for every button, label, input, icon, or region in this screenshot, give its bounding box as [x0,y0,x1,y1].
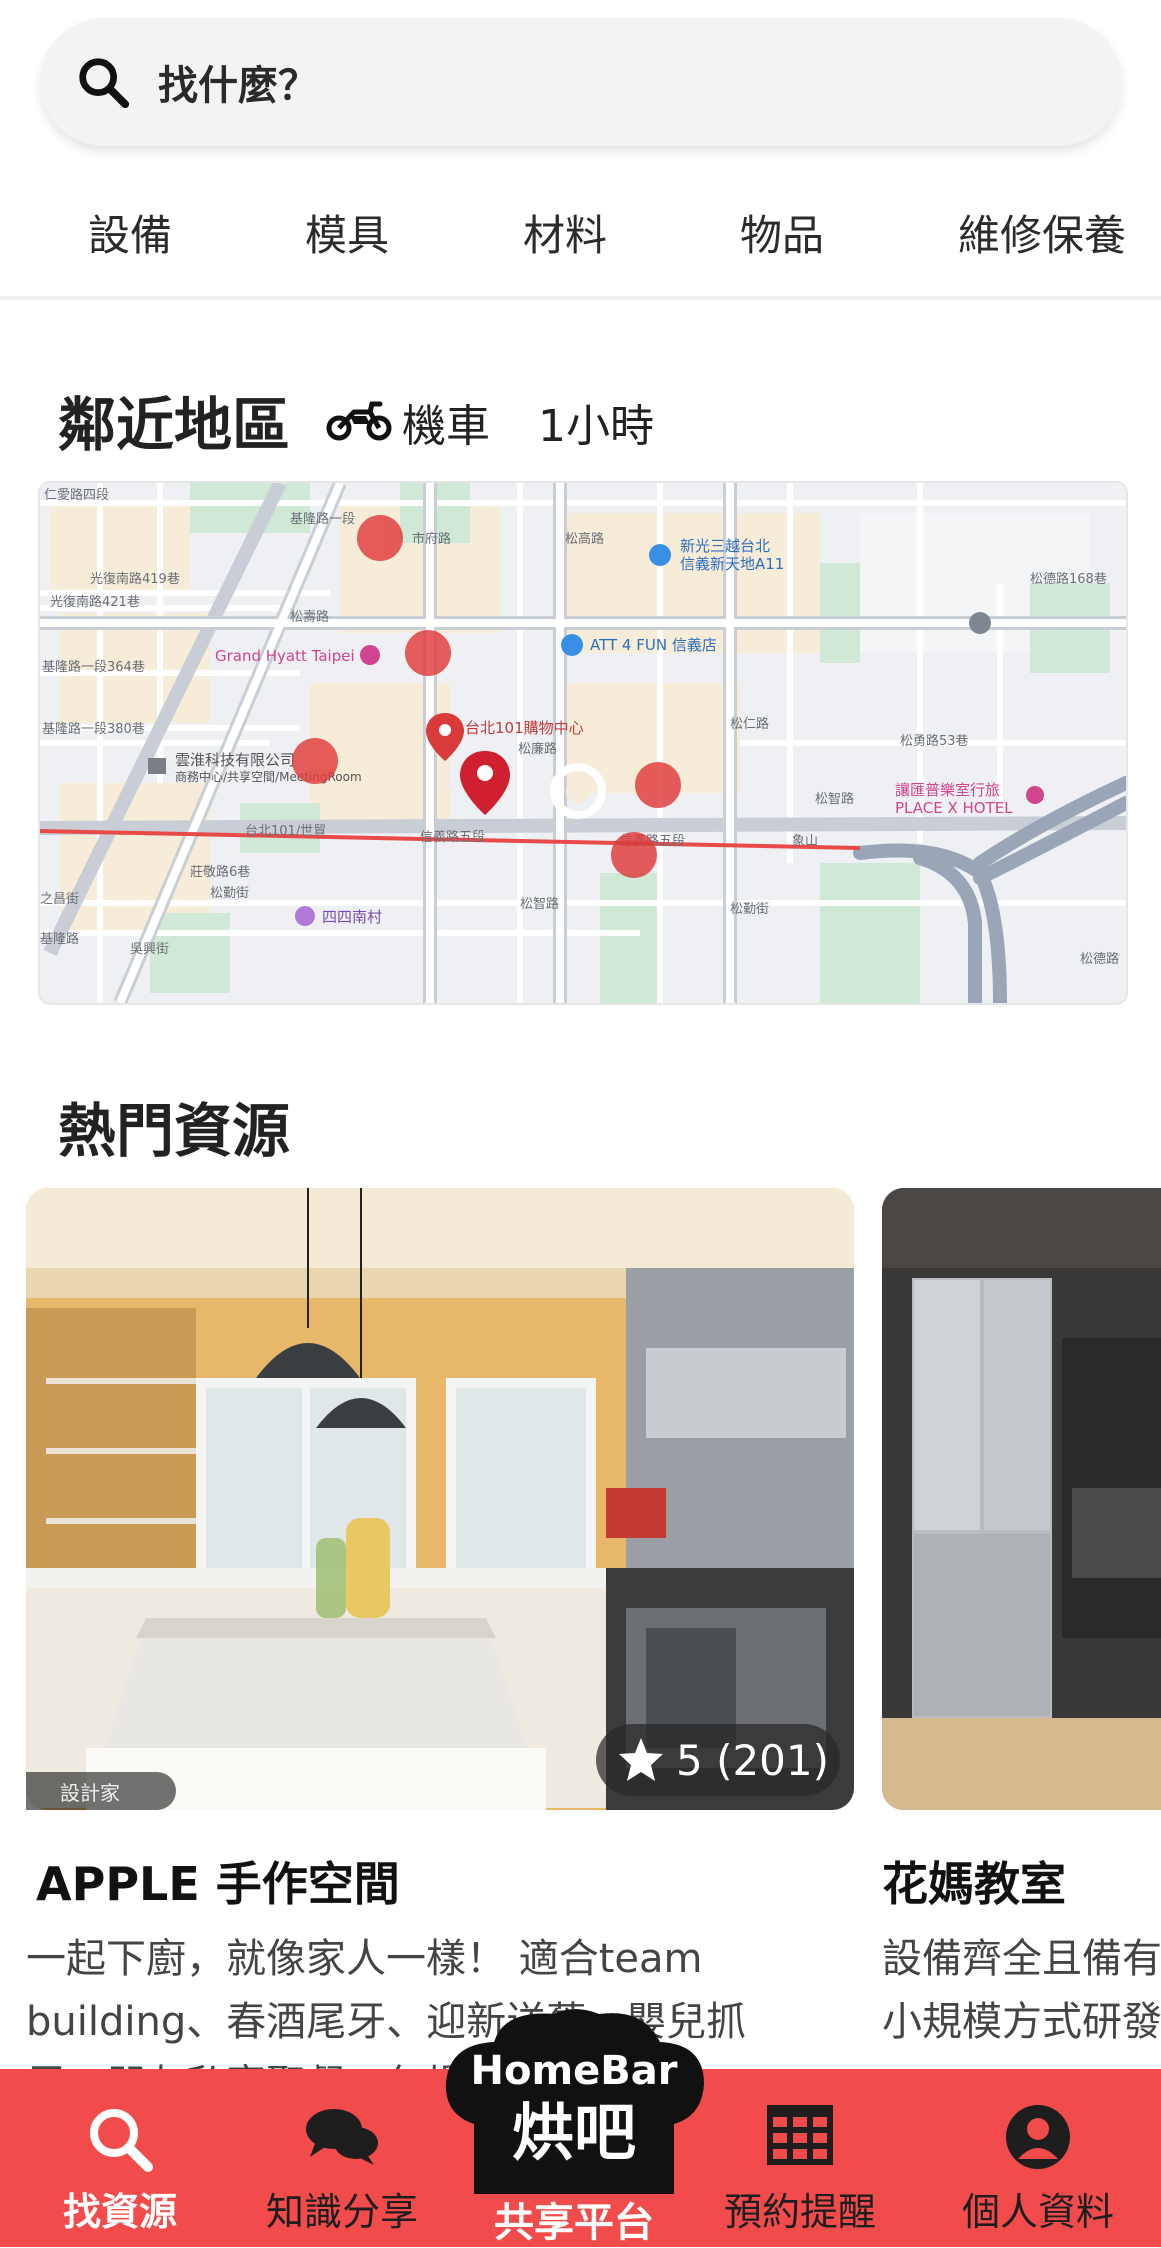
calendar-grid-icon [767,2105,833,2165]
svg-text:基隆路: 基隆路 [40,931,79,947]
divider [0,296,1161,300]
map-canvas: 仁愛路四段 光復南路419巷 光復南路421巷 基隆路一段364巷 基隆路一段3… [40,483,1126,1003]
svg-text:松德路: 松德路 [1080,951,1119,967]
chat-bubbles-icon [306,2109,378,2165]
svg-text:松勤街: 松勤街 [210,886,249,901]
svg-text:信義路五段: 信義路五段 [420,829,485,845]
svg-text:雲淮科技有限公司: 雲淮科技有限公司 [175,751,295,769]
svg-text:ATT 4 FUN 信義店: ATT 4 FUN 信義店 [590,636,717,654]
resource-photo[interactable] [26,1188,854,1810]
resource-card-title[interactable]: APPLE 手作空間 [36,1848,400,1914]
svg-text:松勤街: 松勤街 [730,902,769,917]
homebar-logo[interactable]: HomeBar 烘吧 [434,2004,714,2194]
search-input[interactable]: 找什麼？ [158,53,318,111]
svg-text:松廉路: 松廉路 [518,741,557,757]
nav-booking-reminder[interactable]: 預約提醒 [710,2069,890,2247]
category-tab-items[interactable]: 物品 [740,202,824,263]
svg-text:基隆路一段: 基隆路一段 [290,511,355,527]
svg-text:四四南村: 四四南村 [322,908,382,926]
svg-text:光復南路421巷: 光復南路421巷 [50,594,140,610]
resource-card-description: 設備齊全且備有 小規模方式研發 [882,1936,1161,2045]
star-icon [619,1738,663,1781]
resource-photo[interactable] [882,1188,1161,1810]
transport-mode[interactable]: 機車 [402,390,490,454]
rating-value: 5 (201) [676,1735,830,1785]
nav-find-resources[interactable]: 找資源 [40,2069,200,2247]
svg-text:莊敬路6巷: 莊敬路6巷 [190,864,250,880]
svg-text:台北101購物中心: 台北101購物中心 [465,719,584,737]
svg-text:之昌街: 之昌街 [40,892,79,907]
category-tab-materials[interactable]: 材料 [523,202,607,263]
category-tab-maintenance[interactable]: 維修保養 [958,202,1126,263]
category-tab-equipment[interactable]: 設備 [88,202,172,263]
motorcycle-icon[interactable] [326,394,392,444]
svg-text:Grand Hyatt Taipei: Grand Hyatt Taipei [215,647,355,665]
svg-text:松智路: 松智路 [520,896,559,912]
resource-card-title[interactable]: 花媽教室 [882,1848,1066,1914]
travel-duration[interactable]: 1小時 [538,390,654,454]
svg-text:松高路: 松高路 [565,531,604,547]
nearby-section-title: 鄰近地區 [58,391,291,459]
svg-text:信義新天地A11: 信義新天地A11 [680,555,784,573]
svg-text:松勇路53巷: 松勇路53巷 [900,733,969,749]
svg-text:讓匯普樂室行旅: 讓匯普樂室行旅 [895,781,1000,799]
svg-text:新光三越台北: 新光三越台北 [680,537,770,555]
search-icon [79,58,130,109]
svg-text:HomeBar: HomeBar [471,2048,678,2094]
svg-text:市府路: 市府路 [412,531,451,547]
svg-text:基隆路一段380巷: 基隆路一段380巷 [42,721,145,737]
svg-text:基隆路一段364巷: 基隆路一段364巷 [42,659,145,675]
svg-text:松壽路: 松壽路 [290,609,329,625]
user-icon [1006,2105,1070,2169]
rating-badge: 5 (201) [596,1724,840,1796]
svg-text:仁愛路四段: 仁愛路四段 [44,487,109,503]
svg-text:烘吧: 烘吧 [512,2096,636,2169]
svg-text:松智路: 松智路 [815,791,854,807]
nav-knowledge-share[interactable]: 知識分享 [252,2069,432,2247]
svg-text:松德路168巷: 松德路168巷 [1030,571,1107,587]
category-tabs: 設備 模具 材料 物品 維修保養 [0,180,1161,280]
photo-watermark: 設計家 [26,1772,176,1810]
nearby-map[interactable]: 仁愛路四段 光復南路419巷 光復南路421巷 基隆路一段364巷 基隆路一段3… [38,481,1128,1005]
svg-text:光復南路419巷: 光復南路419巷 [90,571,180,587]
category-tab-molds[interactable]: 模具 [305,202,389,263]
nav-profile[interactable]: 個人資料 [948,2069,1128,2247]
search-icon [90,2109,153,2172]
popular-section-title: 熱門資源 [58,1097,291,1165]
svg-text:象山: 象山 [792,834,818,849]
svg-text:PLACE X HOTEL: PLACE X HOTEL [895,799,1013,817]
svg-text:松仁路: 松仁路 [730,716,769,732]
svg-text:台北101/世貿: 台北101/世貿 [245,824,326,839]
search-bar[interactable]: 找什麼？ [40,18,1122,146]
nav-share-platform[interactable]: 共享平台 [434,2190,714,2248]
svg-text:吳興街: 吳興街 [130,942,169,957]
